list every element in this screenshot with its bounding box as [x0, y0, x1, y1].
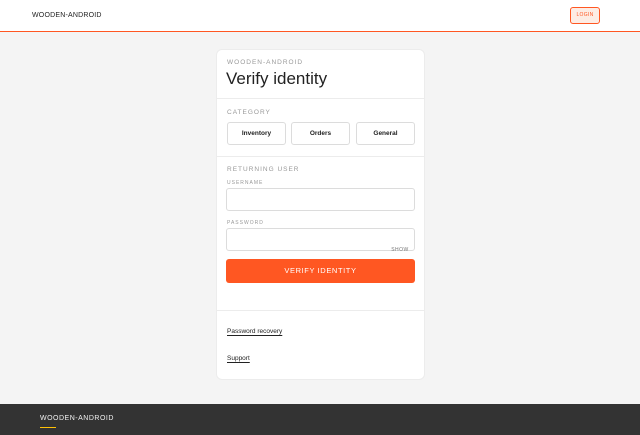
footer-accent-bar — [40, 427, 56, 428]
support-link[interactable]: Support — [227, 355, 250, 362]
username-input[interactable] — [226, 188, 415, 211]
category-orders-button[interactable]: Orders — [291, 122, 350, 145]
show-password-button[interactable]: SHOW — [388, 243, 412, 258]
footer: WOODEN-ANDROID — [0, 404, 640, 435]
password-input[interactable] — [226, 228, 415, 251]
returning-user-label: RETURNING USER — [227, 166, 300, 173]
category-section: CATEGORY Inventory Orders General — [217, 99, 424, 157]
login-button[interactable]: LOGIN — [570, 7, 600, 24]
returning-user-section: RETURNING USER USERNAME PASSWORD SHOW VE… — [217, 157, 424, 311]
brand-logo[interactable]: WOODEN-ANDROID — [32, 12, 102, 19]
card-eyebrow: WOODEN-ANDROID — [227, 59, 304, 66]
verify-identity-button[interactable]: VERIFY IDENTITY — [226, 259, 415, 283]
top-bar: WOODEN-ANDROID LOGIN — [0, 0, 640, 32]
username-label: USERNAME — [227, 180, 264, 186]
card-header: WOODEN-ANDROID Verify identity — [217, 50, 424, 99]
category-label: CATEGORY — [227, 109, 271, 116]
password-recovery-link[interactable]: Password recovery — [227, 328, 282, 335]
password-label: PASSWORD — [227, 220, 264, 226]
verify-card: WOODEN-ANDROID Verify identity CATEGORY … — [216, 49, 425, 380]
category-inventory-button[interactable]: Inventory — [227, 122, 286, 145]
page-title: Verify identity — [226, 69, 328, 88]
category-general-button[interactable]: General — [356, 122, 415, 145]
footer-brand: WOODEN-ANDROID — [40, 415, 114, 422]
